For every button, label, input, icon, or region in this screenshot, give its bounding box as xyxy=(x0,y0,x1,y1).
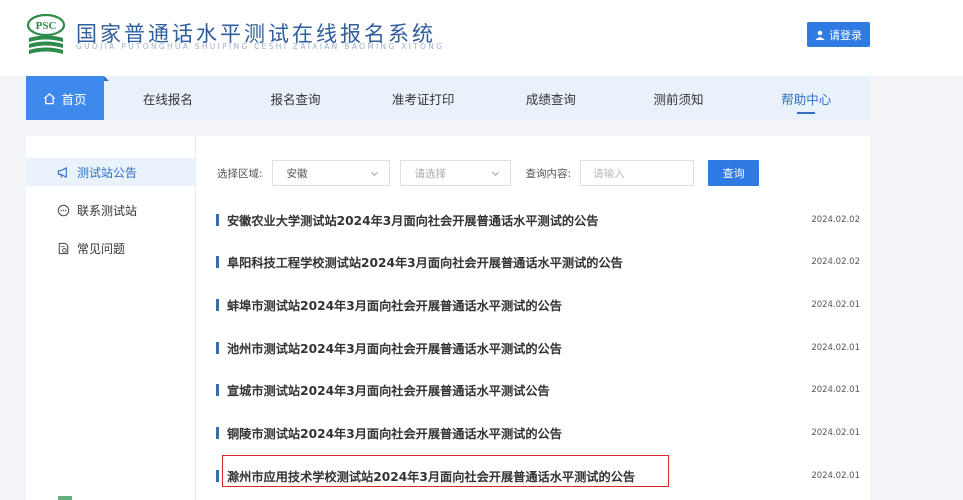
filter-bar: 选择区域: 安徽 请选择 查询内容: 请输入 查询 xyxy=(217,160,760,186)
sidebar-item-contact-station[interactable]: 联系测试站 xyxy=(26,196,196,224)
nav-item-test-notes[interactable]: 测前须知 xyxy=(615,76,743,120)
chat-bubble-icon xyxy=(57,204,70,216)
announcement-date: 2024.02.02 xyxy=(811,257,860,267)
site-subtitle: GUOJIA PUTONGHUA SHUIPING CESHI ZAIXIAN … xyxy=(76,42,445,51)
row-marker xyxy=(216,427,219,439)
query-content-label: 查询内容: xyxy=(525,167,572,180)
login-label: 请登录 xyxy=(829,28,862,42)
row-marker xyxy=(216,384,219,396)
nav-item-home[interactable]: 首页 xyxy=(26,76,109,120)
svg-text:PSC: PSC xyxy=(36,20,57,32)
nav-item-help-center[interactable]: 帮助中心 xyxy=(742,76,870,120)
announcement-date: 2024.02.01 xyxy=(811,385,860,395)
announcement-row[interactable]: 安徽农业大学测试站2024年3月面向社会开展普通话水平测试的公告 2024.02… xyxy=(216,199,860,241)
announcement-row[interactable]: 阜阳科技工程学校测试站2024年3月面向社会开展普通话水平测试的公告 2024.… xyxy=(216,241,860,283)
city-select-placeholder: 请选择 xyxy=(414,167,447,180)
login-button[interactable]: 请登录 xyxy=(807,22,870,47)
header: PSC 国家普通话水平测试在线报名系统 GUOJIA PUTONGHUA SHU… xyxy=(0,0,963,76)
sidebar-item-station-announcements[interactable]: 测试站公告 xyxy=(26,158,196,186)
announcement-title[interactable]: 池州市测试站2024年3月面向社会开展普通话水平测试的公告 xyxy=(227,339,800,357)
announcement-date: 2024.02.01 xyxy=(811,300,860,310)
announcement-title[interactable]: 安徽农业大学测试站2024年3月面向社会开展普通话水平测试的公告 xyxy=(227,211,800,229)
region-label: 选择区域: xyxy=(217,167,263,180)
sidebar-item-label: 常见问题 xyxy=(77,241,126,256)
chevron-down-icon xyxy=(491,171,499,176)
announcement-title[interactable]: 阜阳科技工程学校测试站2024年3月面向社会开展普通话水平测试的公告 xyxy=(227,253,800,271)
sidebar-item-label: 联系测试站 xyxy=(77,203,138,218)
announcement-row[interactable]: 蚌埠市测试站2024年3月面向社会开展普通话水平测试的公告 2024.02.01 xyxy=(216,284,860,326)
document-question-icon xyxy=(58,242,69,254)
announcement-date: 2024.02.01 xyxy=(811,428,860,438)
announcement-date: 2024.02.02 xyxy=(811,215,860,225)
announcement-row[interactable]: 铜陵市测试站2024年3月面向社会开展普通话水平测试的公告 2024.02.01 xyxy=(216,412,860,454)
user-icon xyxy=(815,30,825,40)
psc-logo[interactable]: PSC xyxy=(26,14,66,56)
announcement-date: 2024.02.01 xyxy=(811,343,860,353)
row-marker xyxy=(216,214,219,226)
nav-label: 首页 xyxy=(61,91,87,107)
megaphone-icon xyxy=(57,166,67,178)
row-marker xyxy=(216,470,219,482)
query-input[interactable]: 请输入 xyxy=(580,160,695,186)
city-select[interactable]: 请选择 xyxy=(399,160,511,186)
announcement-title[interactable]: 滁州市应用技术学校测试站2024年3月面向社会开展普通话水平测试的公告 xyxy=(227,467,800,485)
province-select[interactable]: 安徽 xyxy=(271,160,390,186)
nav-item-score-query[interactable]: 成绩查询 xyxy=(487,76,615,120)
sidebar-item-label: 测试站公告 xyxy=(77,165,138,180)
main-nav: 首页 在线报名 报名查询 准考证打印 成绩查询 测前须知 帮助中心 xyxy=(26,76,870,120)
announcement-title[interactable]: 蚌埠市测试站2024年3月面向社会开展普通话水平测试的公告 xyxy=(227,296,800,314)
sidebar-item-faq[interactable]: 常见问题 xyxy=(26,234,196,262)
row-marker xyxy=(216,256,219,268)
row-marker xyxy=(216,299,219,311)
home-icon xyxy=(44,92,56,104)
nav-item-admission-ticket[interactable]: 准考证打印 xyxy=(359,76,487,120)
decorative-corner xyxy=(58,496,72,500)
announcement-row[interactable]: 滁州市应用技术学校测试站2024年3月面向社会开展普通话水平测试的公告 2024… xyxy=(216,455,860,497)
province-select-value: 安徽 xyxy=(286,167,308,180)
sidebar: 测试站公告 联系测试站 常见问题 xyxy=(26,136,196,500)
announcement-date: 2024.02.01 xyxy=(811,471,860,481)
query-button[interactable]: 查询 xyxy=(708,160,760,186)
announcement-title[interactable]: 宣城市测试站2024年3月面向社会开展普通话水平测试公告 xyxy=(227,381,800,399)
row-marker xyxy=(216,342,219,354)
announcement-title[interactable]: 铜陵市测试站2024年3月面向社会开展普通话水平测试的公告 xyxy=(227,424,800,442)
chevron-down-icon xyxy=(370,171,378,176)
content-panel: 测试站公告 联系测试站 常见问题 选择区域: 安徽 请选择 查询内容: 请输入 … xyxy=(26,136,870,500)
nav-item-online-registration[interactable]: 在线报名 xyxy=(104,76,232,120)
announcement-row[interactable]: 宣城市测试站2024年3月面向社会开展普通话水平测试公告 2024.02.01 xyxy=(216,369,860,411)
announcement-row[interactable]: 池州市测试站2024年3月面向社会开展普通话水平测试的公告 2024.02.01 xyxy=(216,327,860,369)
nav-item-registration-query[interactable]: 报名查询 xyxy=(232,76,360,120)
